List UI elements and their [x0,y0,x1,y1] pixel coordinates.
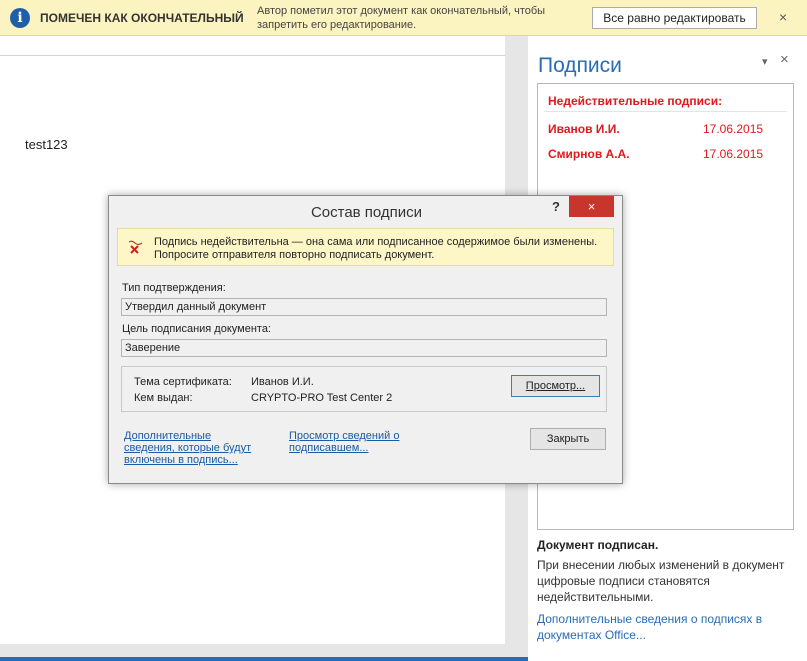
divider [544,111,787,112]
additional-info-link[interactable]: Дополнительные сведения, которые будут в… [124,430,264,466]
signer-name: Иванов И.И. [548,122,620,136]
signature-date: 17.06.2015 [703,122,764,136]
status-text: При внесении любых изменений в документ … [537,558,785,604]
purpose-label: Цель подписания документа: [122,323,271,335]
invalid-signature-icon [128,240,143,254]
pane-title: Подписи [538,54,622,77]
status-bar [0,657,528,661]
cert-subject-label: Тема сертификата: [134,376,232,388]
warning-banner: Подпись недействительна — она сама или п… [117,228,614,266]
status-title: Документ подписан. [537,538,659,552]
commitment-type-field: Утвердил данный документ [121,298,607,316]
warning-text: Подпись недействительна — она сама или п… [154,236,598,261]
chevron-down-icon[interactable]: ▾ [762,55,768,68]
close-dialog-button[interactable]: Закрыть [530,428,606,450]
edit-anyway-button[interactable]: Все равно редактировать [592,7,757,29]
purpose-field: Заверение [121,339,607,357]
document-text: test123 [25,137,68,152]
signatures-help-link[interactable]: Дополнительные сведения о подписях в док… [537,611,799,643]
message-bar-title: ПОМЕЧЕН КАК ОКОНЧАТЕЛЬНЫЙ [40,11,244,25]
page-divider [0,55,505,56]
dialog-title: Состав подписи [310,204,423,221]
signature-date: 17.06.2015 [703,147,764,161]
signature-item[interactable]: Смирнов А.А. 17.06.2015 [548,147,783,161]
cert-issuer-value: CRYPTO-PRO Test Center 2 [251,392,393,404]
signature-item[interactable]: Иванов И.И. 17.06.2015 [548,122,783,136]
commitment-type-label: Тип подтверждения: [122,282,226,294]
signature-details-dialog: Состав подписи ? × Подпись недействитель… [108,195,623,484]
info-icon: i [10,8,30,28]
certificate-info: Тема сертификата: Иванов И.И. Кем выдан:… [121,366,607,412]
signer-name: Смирнов А.А. [548,147,630,161]
cert-subject-value: Иванов И.И. [251,376,314,388]
cert-issuer-label: Кем выдан: [134,392,193,404]
message-bar: i ПОМЕЧЕН КАК ОКОНЧАТЕЛЬНЫЙ Автор помети… [0,0,807,36]
help-icon[interactable]: ? [552,199,560,214]
signer-info-link[interactable]: Просмотр сведений о подписавшем... [289,430,429,454]
close-icon[interactable]: × [780,51,789,68]
close-button[interactable]: × [569,196,614,217]
view-certificate-button[interactable]: Просмотр... [511,375,600,397]
close-icon[interactable]: × [779,9,787,25]
message-bar-text: Автор пометил этот документ как окончате… [257,5,546,31]
invalid-signatures-header: Недействительные подписи: [548,94,723,108]
